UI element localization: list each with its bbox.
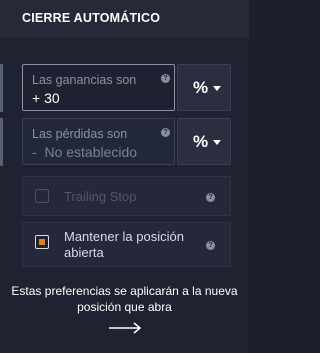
help-icon[interactable]: ? [161,128,170,137]
take-profit-unit-select[interactable]: % [177,64,231,111]
keep-position-checkbox[interactable] [35,235,49,249]
stop-loss-value[interactable]: - No establecido [32,144,137,160]
help-icon[interactable]: ? [161,74,170,83]
stop-loss-unit: % [193,132,209,151]
stop-loss-placeholder: No establecido [44,144,138,160]
take-profit-label: Las ganancias son [32,73,137,87]
keep-position-label: Mantener la posición abierta [64,229,184,260]
help-icon[interactable]: ? [206,241,215,250]
stop-loss-unit-select[interactable]: % [177,118,231,165]
trailing-stop-checkbox[interactable] [35,189,49,203]
trailing-stop-row: Trailing Stop ? [22,176,231,216]
chevron-down-icon [213,140,221,145]
stop-loss-field[interactable]: Las pérdidas son ? - No establecido [22,118,175,165]
left-edge-line [0,64,3,112]
checkbox-check-mark [38,238,45,245]
chevron-down-icon [213,86,221,91]
take-profit-unit: % [193,78,209,97]
stop-loss-label: Las pérdidas son [32,127,128,141]
stop-loss-sign: - [32,144,37,160]
help-icon[interactable]: ? [206,193,215,202]
panel-title: CIERRE AUTOMÁTICO [0,0,249,38]
preferences-note: Estas preferencias se aplicarán a la nue… [11,284,238,314]
keep-position-row[interactable]: Mantener la posición abierta ? [22,222,231,267]
take-profit-field[interactable]: Las ganancias son ? + 30 [22,64,175,111]
auto-close-panel: CIERRE AUTOMÁTICO Las ganancias son ? + … [0,0,249,353]
arrow-right-icon[interactable] [108,321,144,335]
trailing-stop-label: Trailing Stop [64,189,137,204]
left-edge-line [0,118,3,166]
take-profit-value[interactable]: + 30 [32,90,60,106]
